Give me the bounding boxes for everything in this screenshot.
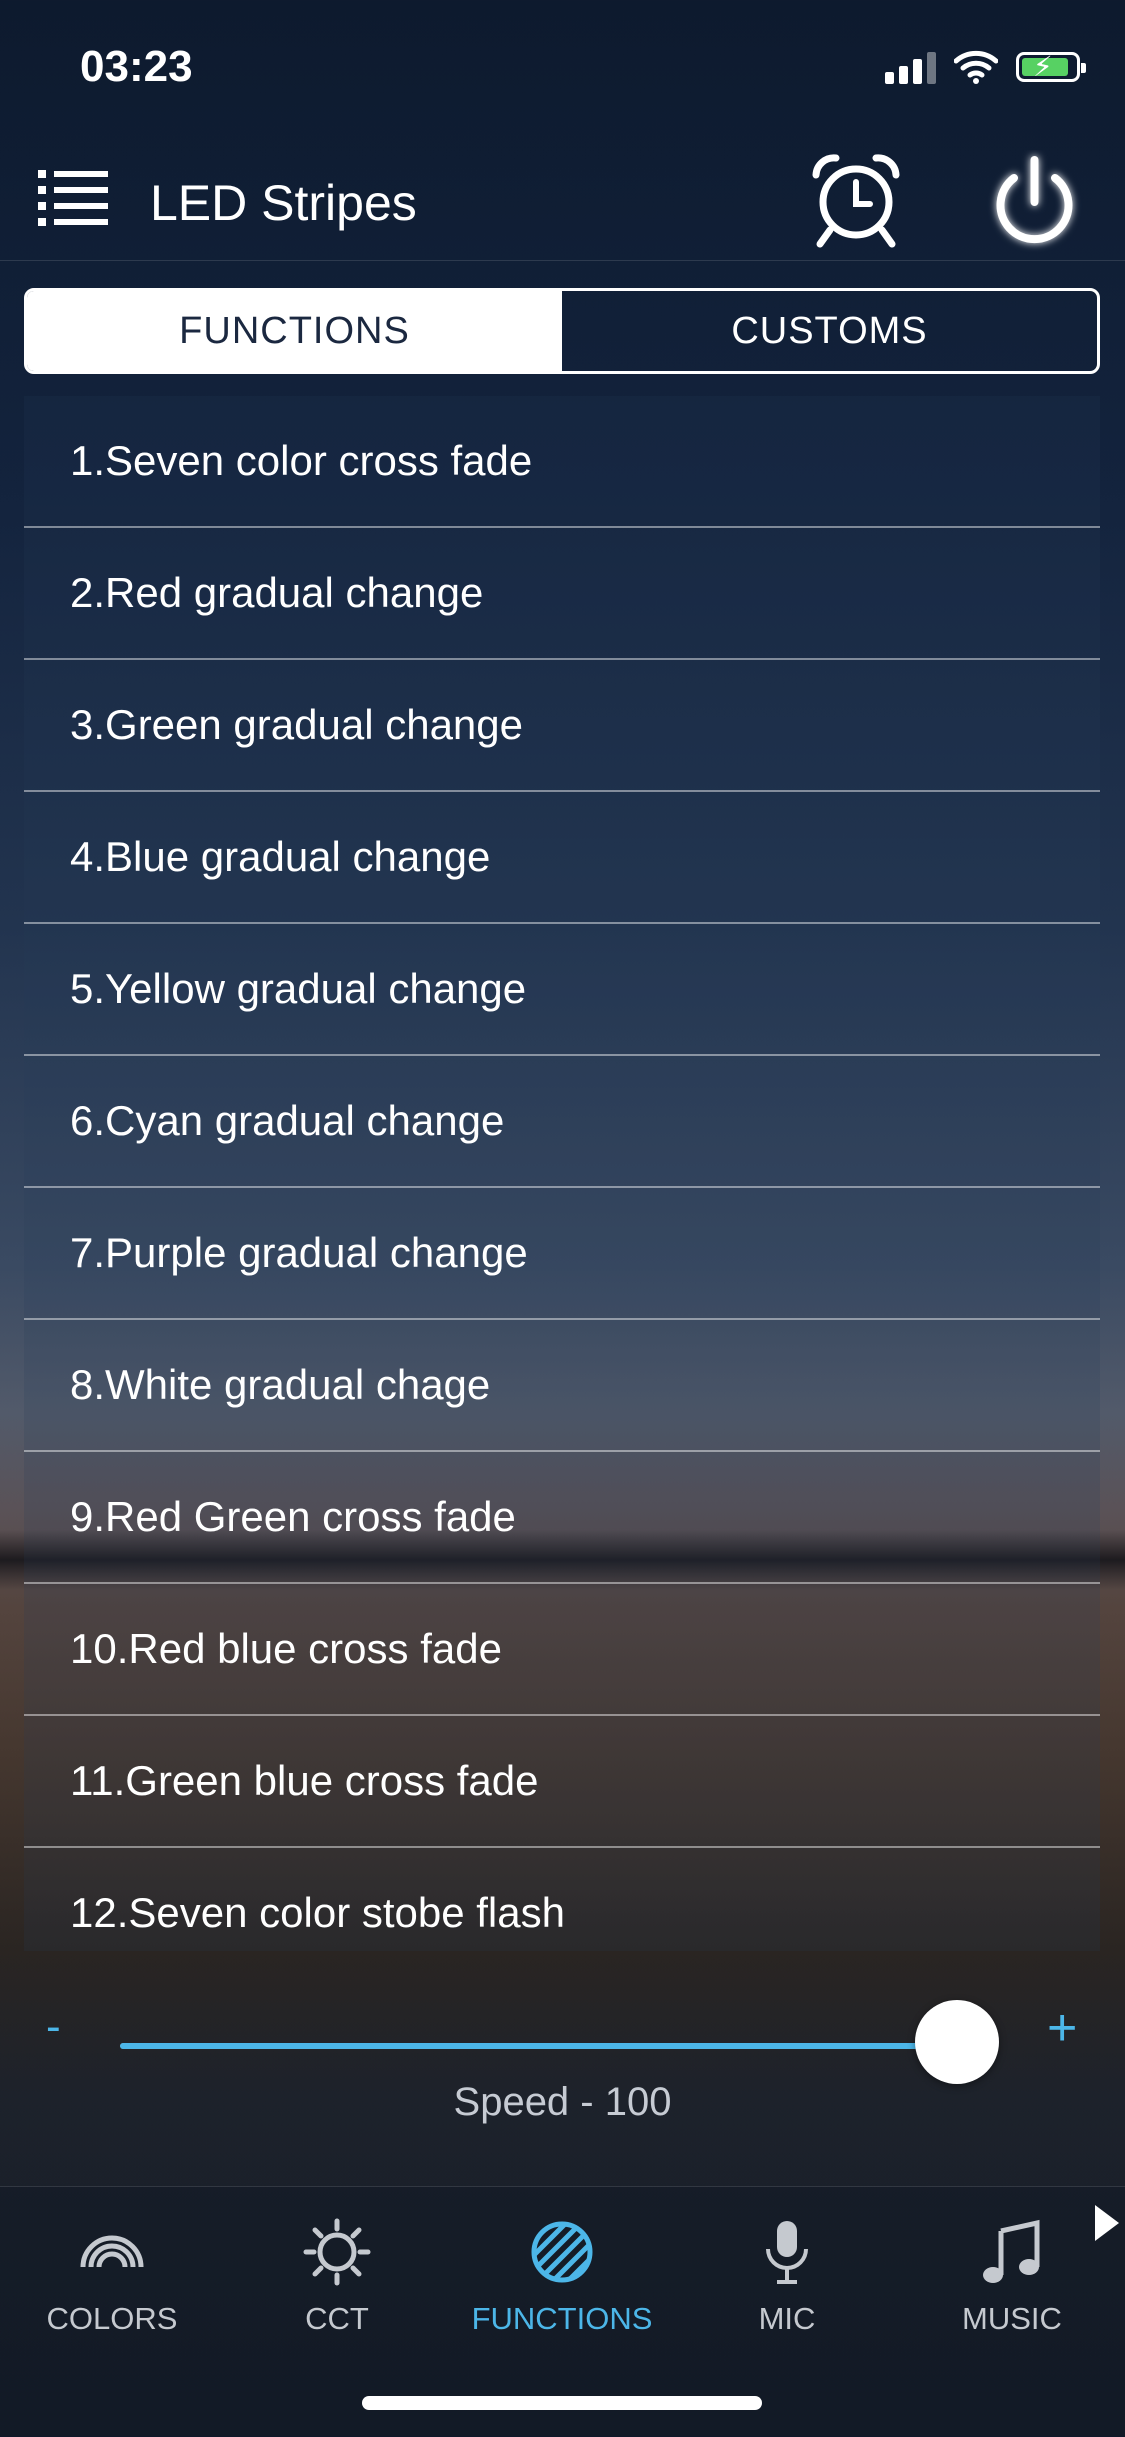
home-indicator (362, 2396, 762, 2410)
speed-control: - + Speed - 100 (0, 1980, 1125, 2140)
tab-functions-label: FUNCTIONS (471, 2301, 653, 2336)
wifi-icon (954, 50, 998, 84)
power-icon[interactable] (982, 150, 1087, 255)
functions-list: 1.Seven color cross fade 2.Red gradual c… (24, 396, 1100, 1951)
tab-colors[interactable]: COLORS (12, 2217, 212, 2337)
function-item-8[interactable]: 8.White gradual chage (24, 1320, 1100, 1452)
status-icons: ⚡ (885, 50, 1086, 84)
function-item-4[interactable]: 4.Blue gradual change (24, 792, 1100, 924)
app-header: LED Stripes (0, 150, 1125, 261)
functions-customs-segmented-control: FUNCTIONS CUSTOMS (24, 288, 1100, 374)
microphone-icon (766, 2221, 808, 2284)
function-item-11[interactable]: 11.Green blue cross fade (24, 1716, 1100, 1848)
cellular-signal-icon (885, 50, 936, 84)
speed-slider-thumb[interactable] (915, 2000, 999, 2084)
rainbow-icon (80, 2235, 144, 2268)
tab-mic-label: MIC (758, 2301, 816, 2336)
function-item-6[interactable]: 6.Cyan gradual change (24, 1056, 1100, 1188)
function-item-7[interactable]: 7.Purple gradual change (24, 1188, 1100, 1320)
speed-decrease-button[interactable]: - (46, 2002, 61, 2052)
more-tabs-arrow-icon[interactable] (1095, 2205, 1119, 2241)
speed-slider-fill (120, 2043, 965, 2049)
striped-circle-icon (531, 2221, 593, 2283)
status-bar: 03:23 ⚡ (0, 0, 1125, 140)
menu-list-icon[interactable] (38, 168, 108, 230)
tab-functions-bottom[interactable]: FUNCTIONS (462, 2217, 662, 2337)
function-item-3[interactable]: 3.Green gradual change (24, 660, 1100, 792)
function-item-5[interactable]: 5.Yellow gradual change (24, 924, 1100, 1056)
tab-functions[interactable]: FUNCTIONS (27, 291, 562, 371)
alarm-clock-icon[interactable] (806, 150, 906, 250)
tab-cct[interactable]: CCT (237, 2217, 437, 2337)
tab-cct-label: CCT (305, 2301, 369, 2336)
music-note-icon (983, 2219, 1040, 2283)
function-item-1[interactable]: 1.Seven color cross fade (24, 396, 1100, 528)
speed-increase-button[interactable]: + (1047, 1998, 1077, 2058)
function-item-12[interactable]: 12.Seven color stobe flash (24, 1848, 1100, 1951)
tab-music[interactable]: MUSIC (912, 2217, 1112, 2337)
page-title: LED Stripes (150, 175, 417, 231)
tab-colors-label: COLORS (46, 2301, 178, 2336)
function-item-9[interactable]: 9.Red Green cross fade (24, 1452, 1100, 1584)
function-item-2[interactable]: 2.Red gradual change (24, 528, 1100, 660)
speed-label: Speed - 100 (453, 2080, 672, 2124)
tab-customs[interactable]: CUSTOMS (562, 291, 1097, 371)
sun-icon (303, 2218, 371, 2286)
speed-slider-track[interactable] (120, 2043, 965, 2049)
function-item-10[interactable]: 10.Red blue cross fade (24, 1584, 1100, 1716)
tab-mic[interactable]: MIC (687, 2217, 887, 2337)
tab-music-label: MUSIC (962, 2301, 1062, 2336)
status-time: 03:23 (80, 42, 193, 91)
battery-charging-icon: ⚡ (1016, 51, 1086, 82)
